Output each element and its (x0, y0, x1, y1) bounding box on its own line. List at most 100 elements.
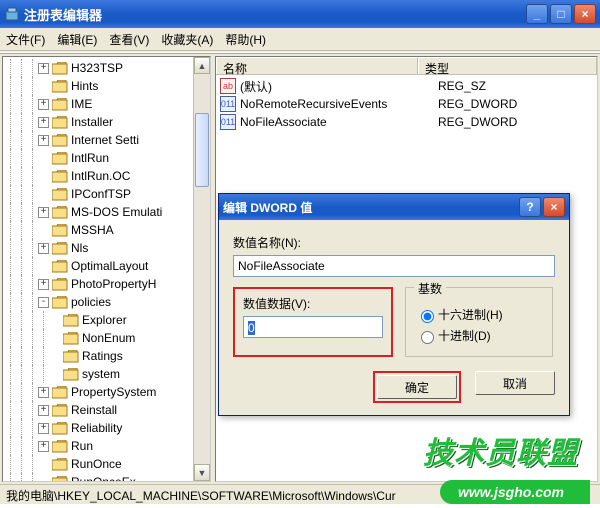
tree-item[interactable]: + PhotoPropertyH (5, 275, 210, 293)
expand-icon[interactable]: + (38, 405, 49, 416)
folder-icon (52, 476, 68, 483)
folder-icon (52, 116, 68, 129)
tree-item[interactable]: RunOnceEx (5, 473, 210, 482)
header-name[interactable]: 名称 (216, 57, 418, 74)
tree-item[interactable]: MSSHA (5, 221, 210, 239)
radio-hex[interactable] (421, 310, 434, 323)
data-field[interactable]: 0 (243, 316, 383, 338)
expand-icon[interactable]: + (38, 135, 49, 146)
tree-item-label: IME (71, 97, 92, 111)
tree-item-label: MSSHA (71, 223, 114, 237)
tree-item[interactable]: system (5, 365, 210, 383)
tree-item-label: Explorer (82, 313, 127, 327)
expand-icon[interactable]: + (38, 387, 49, 398)
expand-icon[interactable]: + (38, 279, 49, 290)
folder-icon (52, 260, 68, 273)
tree-item-label: Installer (71, 115, 113, 129)
name-field[interactable] (233, 255, 555, 277)
tree-item[interactable]: IntlRun (5, 149, 210, 167)
dialog-help-button[interactable]: ? (519, 197, 541, 217)
window-titlebar: 注册表编辑器 _ □ × (0, 0, 600, 28)
tree-item-label: Reinstall (71, 403, 117, 417)
tree-item[interactable]: Hints (5, 77, 210, 95)
expand-icon[interactable]: - (38, 297, 49, 308)
expand-icon[interactable]: + (38, 423, 49, 434)
tree-item[interactable]: +Run (5, 437, 210, 455)
list-row[interactable]: 011NoRemoteRecursiveEventsREG_DWORD (216, 95, 597, 113)
tree-item[interactable]: IPConfTSP (5, 185, 210, 203)
scroll-up-icon[interactable]: ▲ (194, 57, 210, 74)
dialog-title: 编辑 DWORD 值 (223, 199, 312, 216)
dialog-close-button[interactable]: × (543, 197, 565, 217)
tree-pane[interactable]: + H323TSP Hints + IME + Installer +Internet Set… (2, 56, 211, 482)
tree-item[interactable]: RunOnce (5, 455, 210, 473)
folder-icon (52, 422, 68, 435)
data-box: 数值数据(V): 0 (233, 287, 393, 357)
folder-icon (52, 134, 68, 147)
tree-item[interactable]: +PropertySystem (5, 383, 210, 401)
value-type: REG_SZ (438, 79, 486, 93)
tree-item-label: RunOnceEx (71, 475, 136, 482)
tree-scrollbar[interactable]: ▲ ▼ (193, 57, 210, 481)
list-row[interactable]: ab(默认)REG_SZ (216, 77, 597, 95)
expand-icon[interactable]: + (38, 117, 49, 128)
tree-item[interactable]: - policies (5, 293, 210, 311)
ok-highlight: 确定 (373, 371, 461, 403)
tree-item[interactable]: NonEnum (5, 329, 210, 347)
close-button[interactable]: × (574, 4, 596, 24)
tree-item-label: policies (71, 295, 111, 309)
tree-item-label: IPConfTSP (71, 187, 131, 201)
value-type: REG_DWORD (438, 97, 517, 111)
menu-favorites[interactable]: 收藏夹(A) (161, 31, 213, 48)
scroll-thumb[interactable] (195, 113, 209, 187)
tree-item-label: NonEnum (82, 331, 135, 345)
cancel-button[interactable]: 取消 (475, 371, 555, 395)
value-name: NoFileAssociate (240, 115, 438, 129)
dialog-titlebar[interactable]: 编辑 DWORD 值 ? × (219, 194, 569, 220)
ok-button[interactable]: 确定 (377, 375, 457, 399)
tree-item[interactable]: OptimalLayout (5, 257, 210, 275)
value-type: REG_DWORD (438, 115, 517, 129)
tree-item[interactable]: +MS-DOS Emulati (5, 203, 210, 221)
value-name: (默认) (240, 78, 438, 95)
header-type[interactable]: 类型 (418, 57, 597, 74)
name-label: 数值名称(N): (233, 234, 555, 251)
expand-icon[interactable]: + (38, 441, 49, 452)
folder-icon (52, 458, 68, 471)
folder-icon (52, 152, 68, 165)
tree-item[interactable]: +Nls (5, 239, 210, 257)
tree-item[interactable]: + H323TSP (5, 59, 210, 77)
radio-dec-row[interactable]: 十进制(D) (416, 327, 542, 344)
tree-item[interactable]: + Reinstall (5, 401, 210, 419)
tree-item-label: OptimalLayout (71, 259, 148, 273)
maximize-button[interactable]: □ (550, 4, 572, 24)
minimize-button[interactable]: _ (526, 4, 548, 24)
expand-icon[interactable]: + (38, 207, 49, 218)
tree-item-label: PhotoPropertyH (71, 277, 156, 291)
menu-view[interactable]: 查看(V) (109, 31, 149, 48)
tree-item[interactable]: +Reliability (5, 419, 210, 437)
value-name: NoRemoteRecursiveEvents (240, 97, 438, 111)
scroll-down-icon[interactable]: ▼ (194, 464, 210, 481)
folder-icon (52, 224, 68, 237)
tree-item[interactable]: IntlRun.OC (5, 167, 210, 185)
list-row[interactable]: 011NoFileAssociateREG_DWORD (216, 113, 597, 131)
content-area: + H323TSP Hints + IME + Installer +Internet Set… (0, 53, 600, 484)
menu-file[interactable]: 文件(F) (6, 31, 45, 48)
folder-icon (52, 404, 68, 417)
tree-item[interactable]: + IME (5, 95, 210, 113)
tree-item-label: H323TSP (71, 61, 123, 75)
folder-icon (52, 170, 68, 183)
tree-item[interactable]: Explorer (5, 311, 210, 329)
radio-hex-row[interactable]: 十六进制(H) (416, 306, 542, 323)
menu-help[interactable]: 帮助(H) (225, 31, 266, 48)
tree-item[interactable]: + Installer (5, 113, 210, 131)
tree-item[interactable]: Ratings (5, 347, 210, 365)
menu-edit[interactable]: 编辑(E) (57, 31, 97, 48)
radio-dec[interactable] (421, 331, 434, 344)
tree-item-label: system (82, 367, 120, 381)
expand-icon[interactable]: + (38, 63, 49, 74)
tree-item[interactable]: +Internet Setti (5, 131, 210, 149)
expand-icon[interactable]: + (38, 99, 49, 110)
expand-icon[interactable]: + (38, 243, 49, 254)
